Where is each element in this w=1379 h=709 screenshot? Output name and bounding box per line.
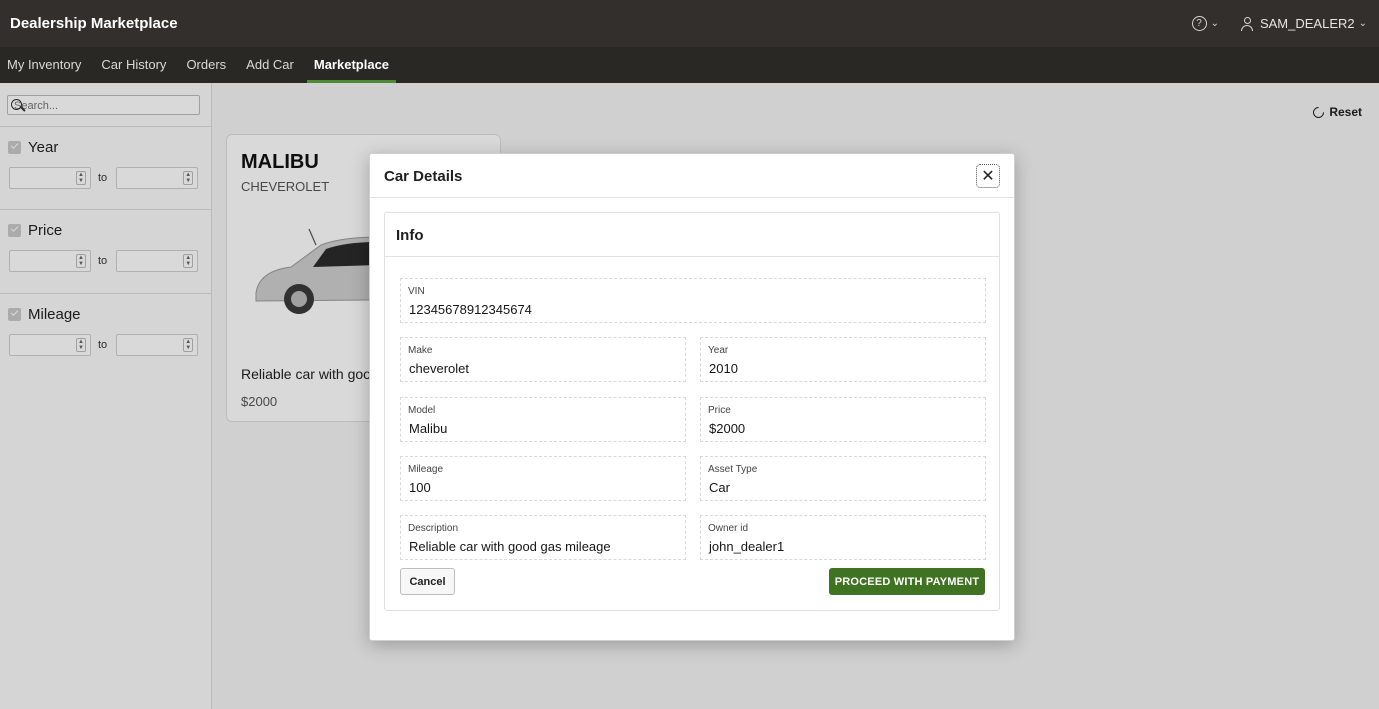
description-field: Description Reliable car with good gas m… [400, 515, 686, 560]
info-region: Info VIN 12345678912345674 Make cheverol… [384, 212, 1000, 611]
app-title[interactable]: Dealership Marketplace [10, 15, 178, 32]
tab-my-inventory[interactable]: My Inventory [0, 47, 88, 83]
dialog-header: Car Details ✕ [370, 154, 1014, 198]
cancel-button[interactable]: Cancel [400, 568, 455, 595]
field-label: VIN [408, 286, 425, 297]
field-label: Make [408, 345, 433, 356]
username: SAM_DEALER2 [1259, 16, 1355, 31]
chevron-down-icon: ⌄ [1358, 18, 1367, 29]
make-field: Make cheverolet [400, 337, 686, 382]
field-value: 2010 [709, 361, 738, 376]
field-value: cheverolet [409, 361, 469, 376]
chevron-down-icon: ⌄ [1210, 18, 1219, 29]
tab-orders[interactable]: Orders [179, 47, 233, 83]
vin-field: VIN 12345678912345674 [400, 278, 986, 323]
field-label: Model [408, 405, 436, 416]
region-header: Info [385, 213, 999, 257]
close-button[interactable]: ✕ [976, 164, 1000, 188]
car-details-dialog: Car Details ✕ Info VIN 12345678912345674… [369, 153, 1015, 641]
proceed-with-payment-button[interactable]: PROCEED WITH PAYMENT [829, 568, 985, 595]
model-field: Model Malibu [400, 397, 686, 442]
user-icon [1240, 16, 1253, 31]
field-label: Description [408, 523, 459, 534]
tab-marketplace[interactable]: Marketplace [306, 47, 397, 83]
nav-bar: My Inventory Car History Orders Add Car … [0, 47, 1379, 83]
user-menu-button[interactable]: SAM_DEALER2 ⌄ [1240, 16, 1367, 31]
field-value: Malibu [409, 421, 448, 436]
field-label: Asset Type [708, 464, 758, 475]
field-label: Year [708, 345, 729, 356]
field-label: Owner id [708, 523, 749, 534]
help-icon: ? [1191, 16, 1207, 31]
field-label: Mileage [408, 464, 444, 475]
year-field: Year 2010 [700, 337, 986, 382]
close-icon: ✕ [981, 168, 995, 185]
mileage-field: Mileage 100 [400, 456, 686, 501]
dialog-title: Car Details [384, 168, 463, 185]
top-bar: Dealership Marketplace ? ⌄ SAM_DEALER2 ⌄ [0, 0, 1379, 47]
field-value: $2000 [709, 421, 746, 436]
tab-car-history[interactable]: Car History [94, 47, 173, 83]
tab-add-car[interactable]: Add Car [239, 47, 301, 83]
field-label: Price [708, 405, 731, 416]
field-value: john_dealer1 [709, 539, 785, 554]
price-field: Price $2000 [700, 397, 986, 442]
asset-type-field: Asset Type Car [700, 456, 986, 501]
owner-id-field: Owner id john_dealer1 [700, 515, 986, 560]
field-value: Car [709, 480, 730, 495]
field-value: 12345678912345674 [409, 302, 532, 317]
field-value: 100 [409, 480, 431, 495]
help-menu-button[interactable]: ? ⌄ [1191, 16, 1219, 31]
field-value: Reliable car with good gas mileage [409, 539, 611, 554]
region-title: Info [396, 227, 424, 244]
top-right-controls: ? ⌄ SAM_DEALER2 ⌄ [1191, 0, 1367, 47]
